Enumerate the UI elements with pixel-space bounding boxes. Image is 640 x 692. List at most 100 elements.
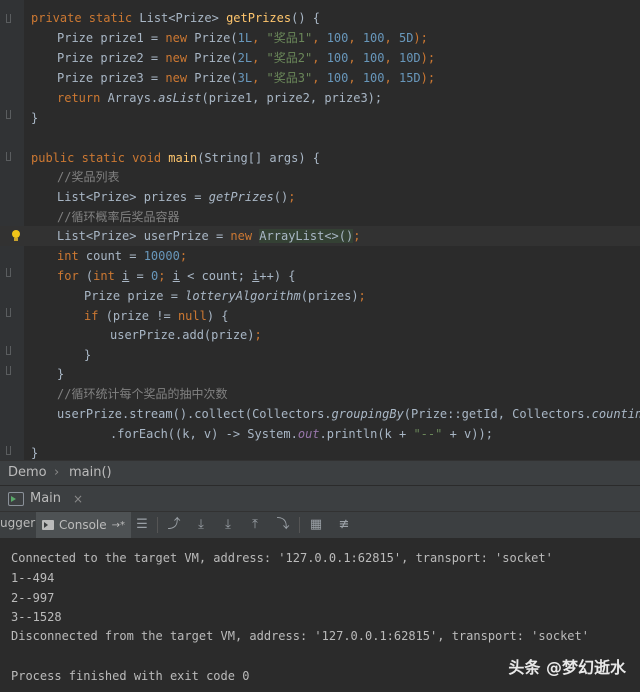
code-text: (prize1, prize2, prize3); [201,91,383,105]
code-text: userPrize.add(prize) [110,328,255,342]
number-literal: 2L [237,51,253,65]
string-literal: "--" [413,427,443,441]
run-to-cursor-icon[interactable]: ⤵ [275,517,291,533]
code-text: userPrize.stream().collect(Collectors. [57,407,332,421]
close-icon[interactable]: × [73,492,83,506]
console-line: 2--997 [11,591,55,605]
code-text: } [84,348,92,362]
keyword: new [230,229,260,243]
evaluate-expression-icon[interactable]: ▦ [308,517,324,533]
code-line[interactable]: for (int i = 0; i < count; i++) { [0,266,640,286]
static-field: out [297,427,320,441]
toolbar-separator [299,517,300,533]
lightbulb-icon[interactable] [12,230,20,242]
number-literal: 10000 [143,249,180,263]
step-out-icon[interactable]: ⤒ [247,517,263,533]
code-line[interactable]: } [0,108,640,128]
string-literal: "奖品1" [266,31,313,45]
run-tab-bar: Main × [0,485,640,511]
code-text: Arrays. [107,91,159,105]
code-text: < count; [179,269,253,283]
code-line[interactable]: Prize prize3 = new Prize(3L, "奖品3", 100,… [0,68,640,88]
breadcrumb-method[interactable]: main() [69,465,112,480]
code-editor[interactable]: private static List<Prize> getPrizes() {… [0,0,640,460]
static-method: lotteryAlgorithm [185,289,301,303]
restore-layout-icon[interactable]: →* [112,520,125,531]
punct: , [384,31,399,45]
code-text: Prize prize1 = [57,31,166,45]
code-line[interactable]: public static void main(String[] args) { [0,148,640,168]
code-text: .forEach((k, v) -> System. [110,427,298,441]
number-literal: 100 [326,31,349,45]
breadcrumb-class[interactable]: Demo [8,465,47,480]
keyword: int [93,269,123,283]
method-name: getPrizes [226,11,292,25]
number-literal: 100 [362,71,385,85]
code-text: (Prize::getId, Collectors. [403,407,592,421]
code-line[interactable]: Prize prize = lotteryAlgorithm(prizes); [0,286,640,306]
console-line: 1--494 [11,571,55,585]
code-line[interactable]: } [0,443,640,460]
number-literal: 1L [237,31,253,45]
code-text: } [31,111,39,125]
code-line[interactable]: } [0,364,640,384]
step-over-icon[interactable]: ⤓ [193,517,209,533]
static-method: groupingBy [331,407,404,421]
code-text: Prize prize3 = [57,71,166,85]
punct: ; [288,190,296,204]
variable: i [172,269,180,283]
keyword: null [177,309,207,323]
code-text: Prize( [194,31,238,45]
trace-icon[interactable]: ≢ [336,517,352,533]
menu-icon[interactable]: ☰ [134,517,150,533]
tab-console[interactable]: Console →* [36,512,132,538]
run-config-icon [8,491,24,506]
code-line[interactable]: Prize prize2 = new Prize(2L, "奖品2", 100,… [0,48,640,68]
code-line[interactable]: private static List<Prize> getPrizes() { [0,8,640,28]
code-line[interactable]: userPrize.stream().collect(Collectors.gr… [0,404,640,424]
ide-window: private static List<Prize> getPrizes() {… [0,0,640,692]
punct: ; [179,249,188,263]
comment: //循环统计每个奖品的抽中次数 [57,387,228,401]
console-line: Disconnected from the target VM, address… [11,629,589,643]
keyword: new [165,51,195,65]
code-line[interactable]: Prize prize1 = new Prize(1L, "奖品1", 100,… [0,28,640,48]
code-line[interactable]: if (prize != null) { [0,306,640,326]
console-line: Connected to the target VM, address: '12… [11,551,553,565]
number-literal: 15D [398,71,421,85]
code-line[interactable]: //循环概率后奖品容器 [0,207,640,227]
code-line[interactable]: userPrize.add(prize); [0,325,640,345]
static-method: getPrizes [208,190,274,204]
step-into-icon[interactable]: ⤓ [220,517,236,533]
keyword: for [57,269,86,283]
number-literal: 100 [326,51,349,65]
console-line: Process finished with exit code 0 [11,669,250,683]
run-toolbar: ugger Console →* ☰ ⤴ ⤓ ⤓ ⤒ ⤵ ▦ ≢ [0,511,640,539]
punct: , [252,51,267,65]
punct: , [252,71,267,85]
code-text: ++) { [259,269,296,283]
run-tab-main[interactable]: Main × [0,486,92,511]
code-line[interactable]: .forEach((k, v) -> System.out.println(k … [0,424,640,444]
code-text: .println(k + [319,427,414,441]
punct: ); [413,31,428,45]
code-line-current[interactable]: List<Prize> userPrize = new ArrayList<>(… [0,226,640,246]
code-line[interactable]: //奖品列表 [0,167,640,187]
code-text: ArrayList<>() [259,229,354,243]
keyword: new [165,31,195,45]
code-line[interactable]: List<Prize> prizes = getPrizes(); [0,187,640,207]
tab-debugger[interactable]: ugger [0,516,35,530]
code-text: List<Prize> prizes = [57,190,209,204]
toolbar-separator [157,517,158,533]
code-text: + v)); [442,427,493,441]
code-line[interactable]: } [0,345,640,365]
punct: , [312,71,327,85]
code-line[interactable]: //循环统计每个奖品的抽中次数 [0,384,640,404]
code-line[interactable]: int count = 10000; [0,246,640,266]
code-text: Prize( [194,51,238,65]
keyword: public static void [31,151,169,165]
punct: , [312,31,327,45]
show-execution-point-icon[interactable]: ⤴ [166,517,182,533]
code-line[interactable]: return Arrays.asList(prize1, prize2, pri… [0,88,640,108]
code-text: = [129,269,151,283]
